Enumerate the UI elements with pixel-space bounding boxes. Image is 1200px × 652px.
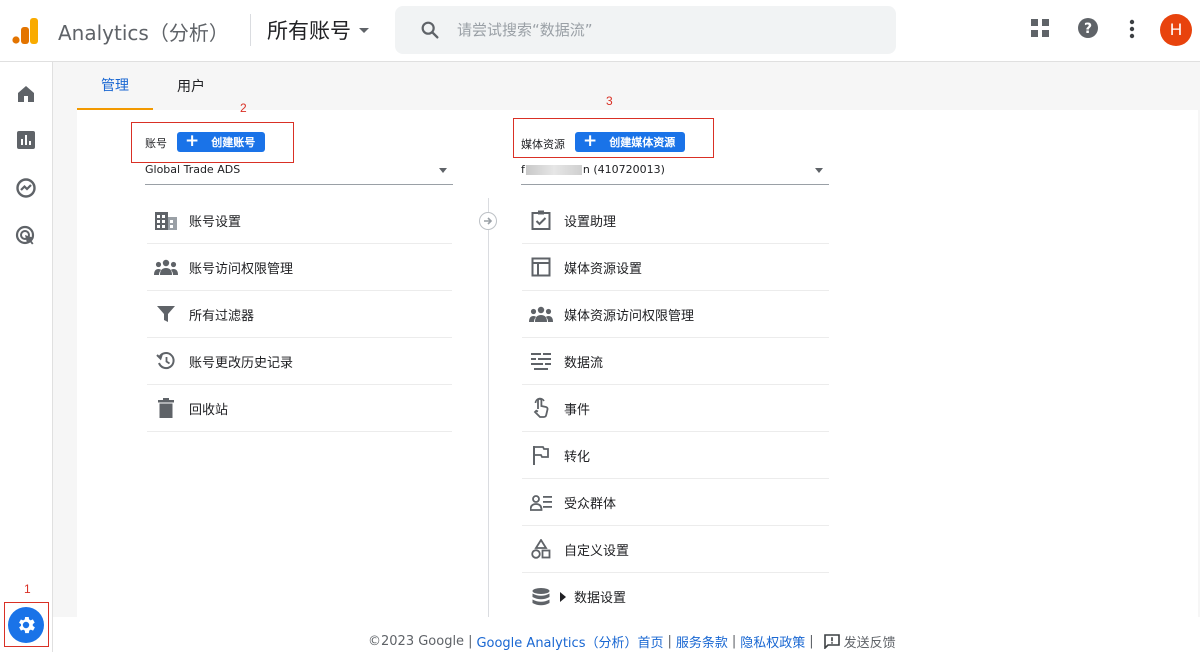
create-property-label: 创建媒体资源	[609, 136, 676, 149]
create-account-label: 创建账号	[211, 136, 256, 149]
property-selector[interactable]: f n (410720013)	[521, 163, 829, 185]
arrow-right-icon	[479, 212, 497, 230]
layout-icon	[529, 255, 553, 279]
property-selector-value: f n (410720013)	[521, 163, 665, 176]
feedback-icon[interactable]	[823, 634, 840, 649]
menu-label: 受众群体	[564, 496, 617, 512]
footer-feedback[interactable]: 发送反馈	[844, 632, 896, 651]
tab-admin[interactable]: 管理	[77, 62, 153, 110]
header-divider	[250, 14, 251, 46]
shapes-icon	[529, 537, 553, 561]
svg-text:?: ?	[1084, 21, 1092, 37]
menu-label: 回收站	[189, 402, 229, 418]
trash-icon	[154, 396, 178, 420]
streams-icon	[529, 349, 553, 373]
building-icon	[154, 208, 178, 232]
dropdown-arrow-icon	[439, 168, 447, 173]
database-icon	[529, 585, 553, 609]
menu-label: 设置助理	[564, 214, 617, 230]
menu-label: 数据设置	[574, 591, 627, 606]
avatar[interactable]: H	[1160, 14, 1192, 46]
menu-label: 账号访问权限管理	[189, 261, 294, 277]
top-app-bar: Analytics（分析） 所有账号 ? H	[0, 0, 1200, 62]
footer-link-analytics-home[interactable]: Google Analytics（分析）首页	[476, 632, 663, 651]
left-nav-rail	[0, 62, 53, 652]
checkbox-icon	[529, 208, 553, 232]
footer-separator: |	[468, 634, 473, 649]
search-input[interactable]	[457, 18, 877, 42]
annotation-number-1: 1	[24, 582, 31, 596]
menu-account-change-history[interactable]: 账号更改历史记录	[147, 338, 452, 385]
audience-icon	[529, 490, 553, 514]
footer-separator: |	[667, 634, 672, 649]
filter-icon	[154, 302, 178, 326]
flag-icon	[529, 443, 553, 467]
account-switcher[interactable]: 所有账号	[267, 15, 369, 45]
menu-label: 自定义设置	[564, 543, 630, 559]
footer-link-privacy[interactable]: 隐私权政策	[740, 632, 805, 651]
help-icon[interactable]: ?	[1077, 17, 1099, 39]
menu-label: 事件	[564, 402, 591, 418]
menu-label: 账号设置	[189, 214, 242, 230]
column-divider	[488, 198, 489, 617]
tab-users[interactable]: 用户	[153, 62, 229, 110]
menu-all-filters[interactable]: 所有过滤器	[147, 291, 452, 338]
analytics-logo-icon[interactable]	[12, 16, 40, 44]
create-account-button[interactable]: + 创建账号	[177, 131, 266, 152]
footer-separator: |	[731, 634, 737, 649]
reports-icon[interactable]	[14, 128, 38, 152]
annotation-number-3: 3	[606, 94, 613, 108]
footer-copyright: ©2023 Google	[368, 634, 465, 649]
menu-data-settings[interactable]: 数据设置	[522, 573, 829, 620]
account-switcher-label: 所有账号	[267, 19, 351, 43]
advertising-icon[interactable]	[14, 224, 38, 248]
plus-icon: +	[185, 131, 200, 151]
menu-label: 账号更改历史记录	[189, 355, 294, 371]
account-selector-value: Global Trade ADS	[145, 163, 241, 176]
menu-setup-assistant[interactable]: 设置助理	[522, 197, 829, 244]
property-selector-suffix: n (410720013)	[582, 163, 665, 176]
menu-property-settings[interactable]: 媒体资源设置	[522, 244, 829, 291]
menu-events[interactable]: 事件	[522, 385, 829, 432]
people-icon	[154, 255, 178, 279]
menu-custom-definitions[interactable]: 自定义设置	[522, 526, 829, 573]
more-vert-icon[interactable]	[1126, 19, 1138, 39]
menu-trash[interactable]: 回收站	[147, 385, 452, 432]
menu-label: 转化	[564, 449, 591, 465]
menu-audiences[interactable]: 受众群体	[522, 479, 829, 526]
footer: ©2023 Google | Google Analytics（分析）首页 | …	[0, 632, 1200, 652]
property-selector-prefix: f	[521, 163, 525, 176]
explore-icon[interactable]	[14, 176, 38, 200]
menu-account-settings[interactable]: 账号设置	[147, 197, 452, 244]
redacted-text	[525, 165, 582, 175]
account-column-label: 账号	[145, 137, 167, 150]
menu-label: 媒体资源访问权限管理	[564, 308, 695, 324]
search-bar[interactable]	[395, 6, 896, 54]
dropdown-arrow-icon	[815, 168, 823, 173]
footer-separator: |	[809, 634, 814, 649]
app-name: Analytics（分析）	[58, 21, 229, 45]
menu-label: 媒体资源设置	[564, 261, 643, 277]
search-icon	[421, 21, 439, 39]
home-icon[interactable]	[14, 82, 38, 106]
menu-property-access[interactable]: 媒体资源访问权限管理	[522, 291, 829, 338]
chevron-down-icon	[359, 27, 369, 33]
people-icon	[529, 302, 553, 326]
touch-icon	[529, 396, 553, 420]
create-property-button[interactable]: + 创建媒体资源	[575, 131, 686, 152]
menu-data-streams[interactable]: 数据流	[522, 338, 829, 385]
menu-conversions[interactable]: 转化	[522, 432, 829, 479]
expand-arrow-icon[interactable]	[560, 591, 566, 602]
menu-label: 数据流	[564, 355, 604, 371]
annotation-number-2: 2	[240, 101, 247, 115]
apps-grid-icon[interactable]	[1030, 18, 1050, 38]
footer-link-terms[interactable]: 服务条款	[676, 632, 728, 651]
account-selector[interactable]: Global Trade ADS	[145, 163, 453, 185]
history-icon	[154, 349, 178, 373]
menu-account-access[interactable]: 账号访问权限管理	[147, 244, 452, 291]
menu-label: 所有过滤器	[189, 308, 255, 324]
property-column-label: 媒体资源	[521, 138, 565, 151]
plus-icon: +	[583, 131, 598, 151]
